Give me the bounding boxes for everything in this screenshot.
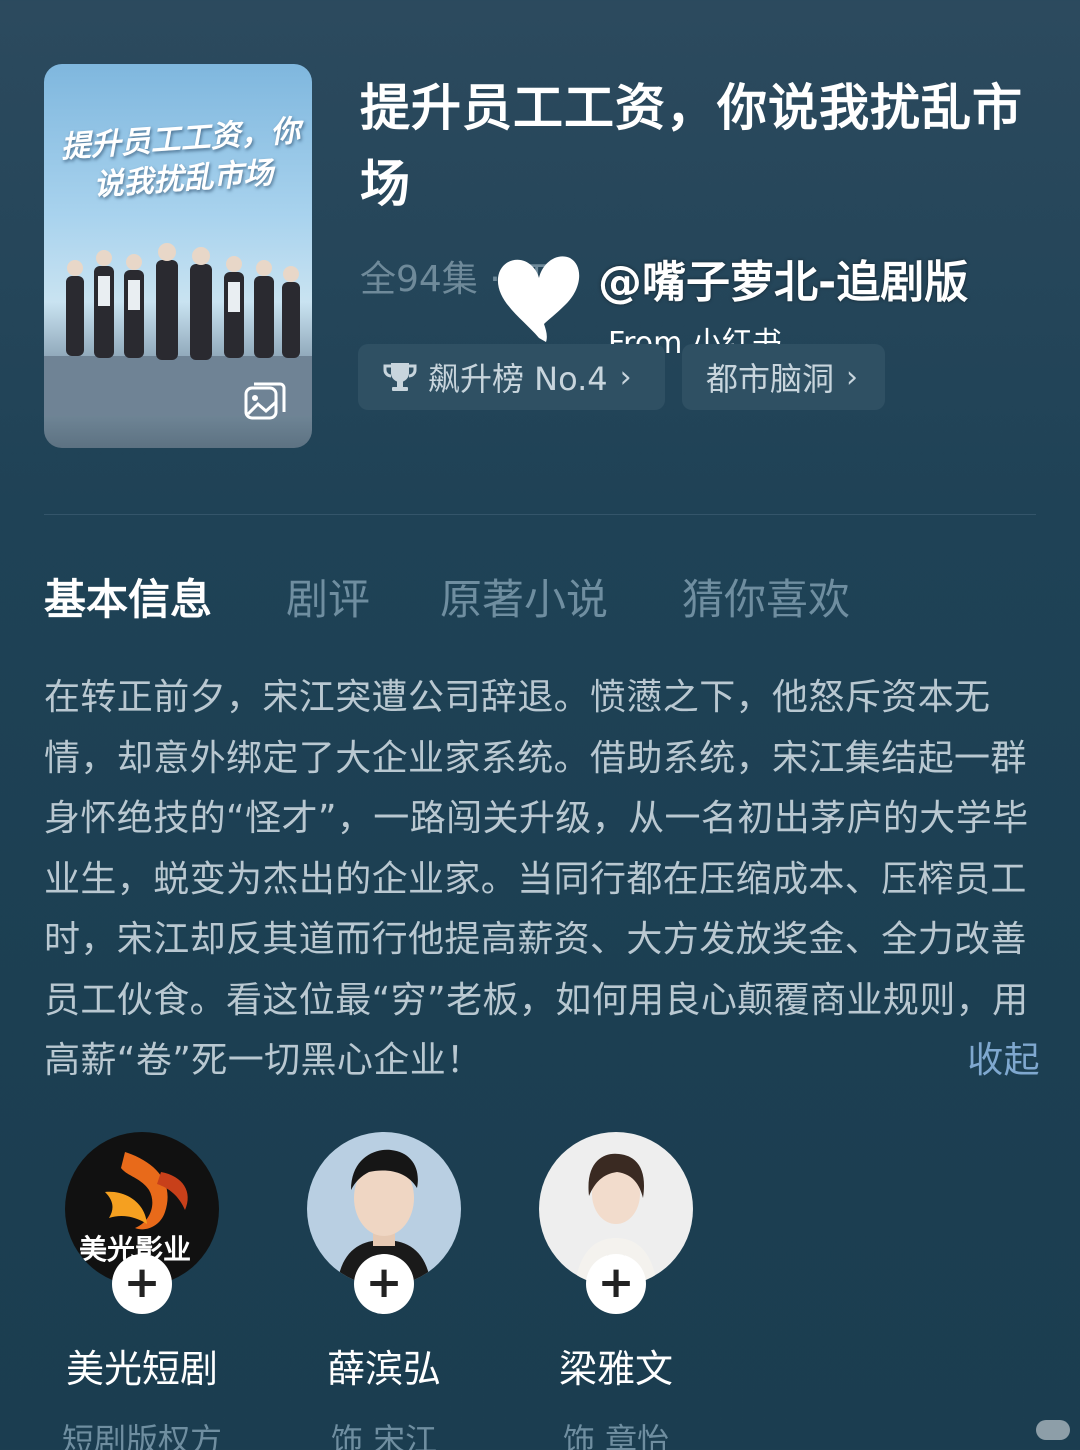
section-divider [44, 514, 1036, 515]
tab-reviews[interactable]: 剧评 [286, 566, 370, 627]
person-role: 饰 宋江 [330, 1421, 438, 1450]
person-name: 美光短剧 [65, 1347, 218, 1391]
follow-button[interactable]: + [112, 1254, 172, 1314]
follow-button[interactable]: + [586, 1254, 646, 1314]
chevron-right-icon: › [619, 359, 632, 395]
save-image-icon[interactable] [240, 378, 288, 426]
trophy-icon [383, 363, 417, 391]
person-name: 梁雅文 [558, 1347, 673, 1391]
tab-original-novel[interactable]: 原著小说 [440, 566, 608, 627]
genre-tag-label: 都市脑洞 [706, 360, 835, 398]
collapse-link[interactable]: 收起 [967, 1031, 1040, 1092]
person-card[interactable]: + 梁雅文 饰 章怡 [516, 1132, 716, 1450]
rank-tag-label: 飙升榜 No.4 [428, 360, 608, 398]
tab-recommendations[interactable]: 猜你喜欢 [682, 566, 850, 627]
watermark-handle: @嘴子萝北-追剧版 [598, 257, 969, 308]
drama-poster[interactable]: 提升员工工资，你说我扰乱市场 [44, 64, 312, 448]
chevron-right-icon: › [846, 359, 859, 395]
person-name: 薛滨弘 [326, 1347, 441, 1391]
follow-button[interactable]: + [354, 1254, 414, 1314]
rank-tag[interactable]: 飙升榜 No.4 › [358, 344, 665, 410]
person-role: 饰 章怡 [562, 1421, 670, 1450]
heart-icon [497, 256, 580, 342]
tab-basic-info[interactable]: 基本信息 [44, 566, 212, 627]
synopsis: 在转正前夕，宋江突遭公司辞退。愤懑之下，他怒斥资本无情，却意外绑定了大企业家系统… [44, 668, 1040, 1092]
synopsis-text: 在转正前夕，宋江突遭公司辞退。愤懑之下，他怒斥资本无情，却意外绑定了大企业家系统… [44, 677, 1029, 1081]
genre-tag[interactable]: 都市脑洞 › [682, 344, 885, 410]
poster-title: 提升员工工资，你说我扰乱市场 [59, 113, 302, 204]
person-card[interactable]: 美光影业 + 美光短剧 短剧版权方 [42, 1132, 242, 1450]
corner-badge [1036, 1420, 1070, 1440]
person-card[interactable]: + 薛滨弘 饰 宋江 [284, 1132, 484, 1450]
drama-title: 提升员工工资，你说我扰乱市场 [360, 79, 1023, 213]
person-role: 短剧版权方 [61, 1421, 222, 1450]
